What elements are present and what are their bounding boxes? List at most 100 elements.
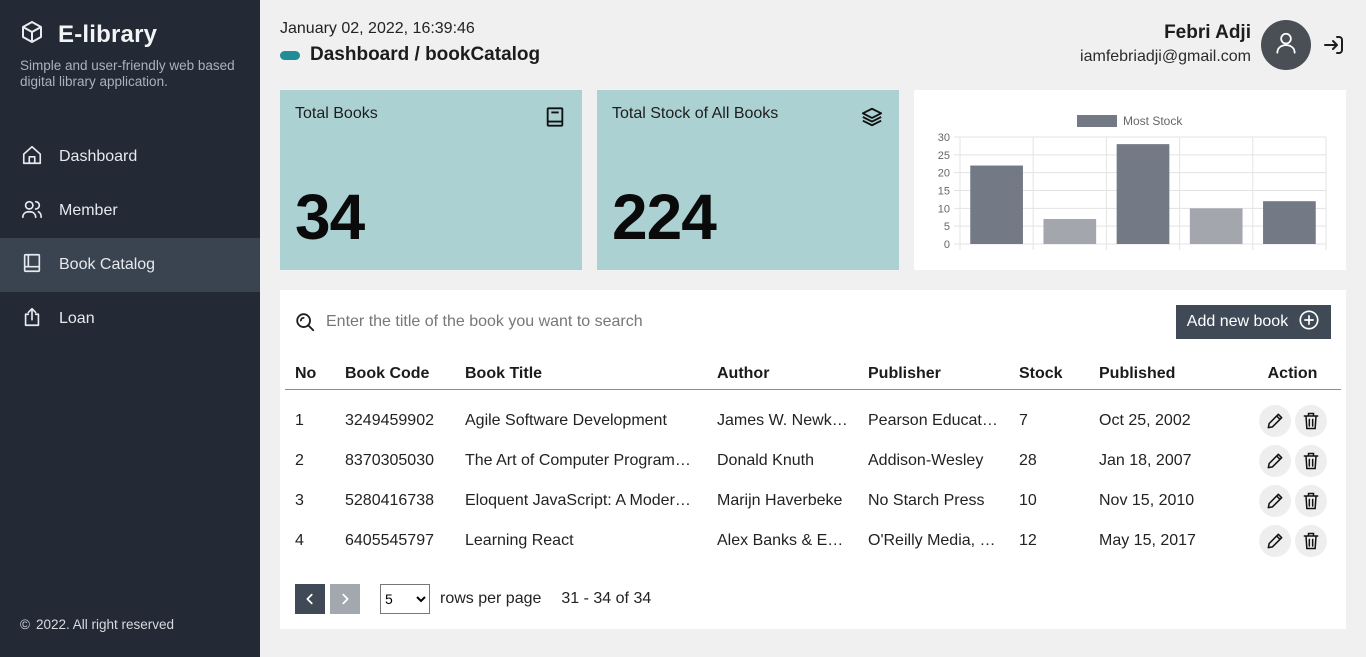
prev-page-button[interactable]	[295, 584, 325, 614]
most-stock-chart: 0 5 10 15 20 25 30 Most Stock	[914, 90, 1346, 270]
col-book-title[interactable]: Book Title	[455, 360, 707, 390]
cell-publisher: Pearson Educati…	[868, 412, 1002, 430]
y-tick-label: 5	[944, 221, 950, 233]
total-books-card: Total Books 34	[280, 90, 582, 270]
cell-no: 1	[295, 412, 304, 430]
plus-circle-icon	[1298, 309, 1320, 336]
sidebar-item-label: Loan	[59, 310, 95, 327]
edit-icon[interactable]	[1258, 445, 1291, 477]
add-book-button[interactable]: Add new book	[1176, 305, 1331, 339]
bar	[1116, 144, 1170, 244]
cell-author: Marijn Haverbeke	[717, 492, 843, 509]
bar	[1043, 219, 1097, 244]
y-tick-label: 10	[938, 203, 950, 215]
sidebar-footer: © 2022. All right reserved	[20, 617, 174, 632]
book-catalog-panel: Add new book No Book Code Book Title Aut…	[280, 290, 1346, 629]
page-range: 31 - 34 of 34	[561, 590, 652, 607]
home-icon	[21, 144, 43, 171]
col-book-code[interactable]: Book Code	[335, 360, 455, 390]
cell-author: Donald Knuth	[717, 452, 814, 469]
cell-no: 4	[295, 532, 304, 549]
chevron-right-icon	[342, 593, 349, 605]
trash-icon[interactable]	[1294, 445, 1327, 477]
cell-stock: 10	[1019, 492, 1037, 509]
sidebar-item-dashboard[interactable]: Dashboard	[0, 130, 260, 184]
cube-icon	[20, 20, 44, 49]
cell-stock: 12	[1019, 532, 1037, 549]
cell-stock: 28	[1019, 452, 1037, 469]
search-input[interactable]	[326, 308, 926, 336]
chevron-left-icon	[306, 593, 313, 605]
cell-action	[1244, 441, 1341, 481]
total-stock-card: Total Stock of All Books 224	[597, 90, 899, 270]
trash-icon[interactable]	[1294, 485, 1327, 517]
breadcrumb: Dashboard / bookCatalog	[280, 44, 540, 66]
books-table: No Book Code Book Title Author Publisher…	[285, 360, 1341, 561]
sidebar-item-loan[interactable]: Loan	[0, 292, 260, 346]
bar	[1263, 201, 1316, 244]
rows-per-page-select[interactable]: 5	[380, 584, 430, 614]
book-icon	[544, 106, 566, 128]
avatar[interactable]	[1261, 20, 1311, 70]
cell-action	[1244, 389, 1341, 441]
col-no[interactable]: No	[285, 360, 335, 390]
col-publisher[interactable]: Publisher	[858, 360, 1009, 390]
cell-title: Eloquent JavaScript: A Modern…	[465, 492, 700, 509]
book-icon	[21, 252, 43, 279]
total-stock-label: Total Stock of All Books	[612, 105, 779, 122]
y-tick-label: 20	[938, 168, 950, 180]
breadcrumb-text: Dashboard / bookCatalog	[310, 44, 541, 65]
user-info: Febri Adji iamfebriadji@gmail.com	[1080, 22, 1251, 66]
edit-icon[interactable]	[1258, 405, 1291, 438]
cell-publisher: O'Reilly Media, I…	[868, 532, 1000, 549]
next-page-button[interactable]	[330, 584, 360, 614]
cell-stock: 7	[1019, 412, 1028, 430]
cell-action	[1244, 481, 1341, 521]
legend-swatch	[1077, 115, 1117, 127]
cell-title: The Art of Computer Program…	[465, 452, 691, 469]
breadcrumb-indicator	[280, 50, 300, 60]
footer-text: 2022. All right reserved	[35, 617, 175, 632]
bar-chart: 0 5 10 15 20 25 30 Most Stock	[938, 114, 1327, 251]
pagination: 5 rows per page 31 - 34 of 34	[295, 584, 651, 614]
logout-icon[interactable]	[1322, 33, 1346, 57]
cell-title: Agile Software Development	[465, 412, 667, 430]
sidebar-item-book-catalog[interactable]: Book Catalog	[0, 238, 260, 292]
rows-per-page-label: rows per page	[440, 590, 542, 607]
cell-action	[1244, 521, 1341, 561]
y-tick-label: 30	[938, 132, 950, 144]
table-header-row: No Book Code Book Title Author Publisher…	[285, 360, 1341, 390]
sidebar-item-member[interactable]: Member	[0, 184, 260, 238]
trash-icon[interactable]	[1294, 405, 1327, 438]
cell-author: Alex Banks & Ev…	[717, 532, 852, 549]
cell-code: 6405545797	[345, 532, 434, 549]
cell-published: Nov 15, 2010	[1099, 492, 1195, 509]
search-icon	[294, 311, 316, 333]
edit-icon[interactable]	[1258, 525, 1291, 557]
cell-no: 2	[295, 452, 304, 469]
user-name: Febri Adji	[1164, 22, 1251, 43]
sidebar-item-label: Book Catalog	[59, 256, 156, 273]
table-row: 1 3249459902 Agile Software Development …	[285, 389, 1341, 441]
trash-icon[interactable]	[1294, 525, 1327, 557]
col-stock[interactable]: Stock	[1009, 360, 1089, 390]
cell-publisher: Addison-Wesley	[868, 452, 984, 469]
users-icon	[21, 198, 43, 225]
col-author[interactable]: Author	[707, 360, 858, 390]
user-icon	[1273, 30, 1299, 61]
edit-icon[interactable]	[1258, 485, 1291, 517]
cell-code: 8370305030	[345, 452, 434, 469]
y-tick-label: 0	[944, 239, 950, 251]
table-row: 2 8370305030 The Art of Computer Program…	[285, 441, 1341, 481]
sidebar: E-library Simple and user-friendly web b…	[0, 0, 260, 657]
total-books-value: 34	[295, 181, 365, 253]
bar	[970, 165, 1023, 244]
col-published[interactable]: Published	[1089, 360, 1244, 390]
y-tick-label: 25	[938, 150, 950, 162]
table-row: 4 6405545797 Learning React Alex Banks &…	[285, 521, 1341, 561]
add-book-label: Add new book	[1186, 313, 1289, 330]
brand[interactable]: E-library	[20, 20, 157, 49]
y-tick-label: 15	[938, 186, 950, 198]
cell-code: 3249459902	[345, 412, 434, 430]
cell-code: 5280416738	[345, 492, 434, 509]
